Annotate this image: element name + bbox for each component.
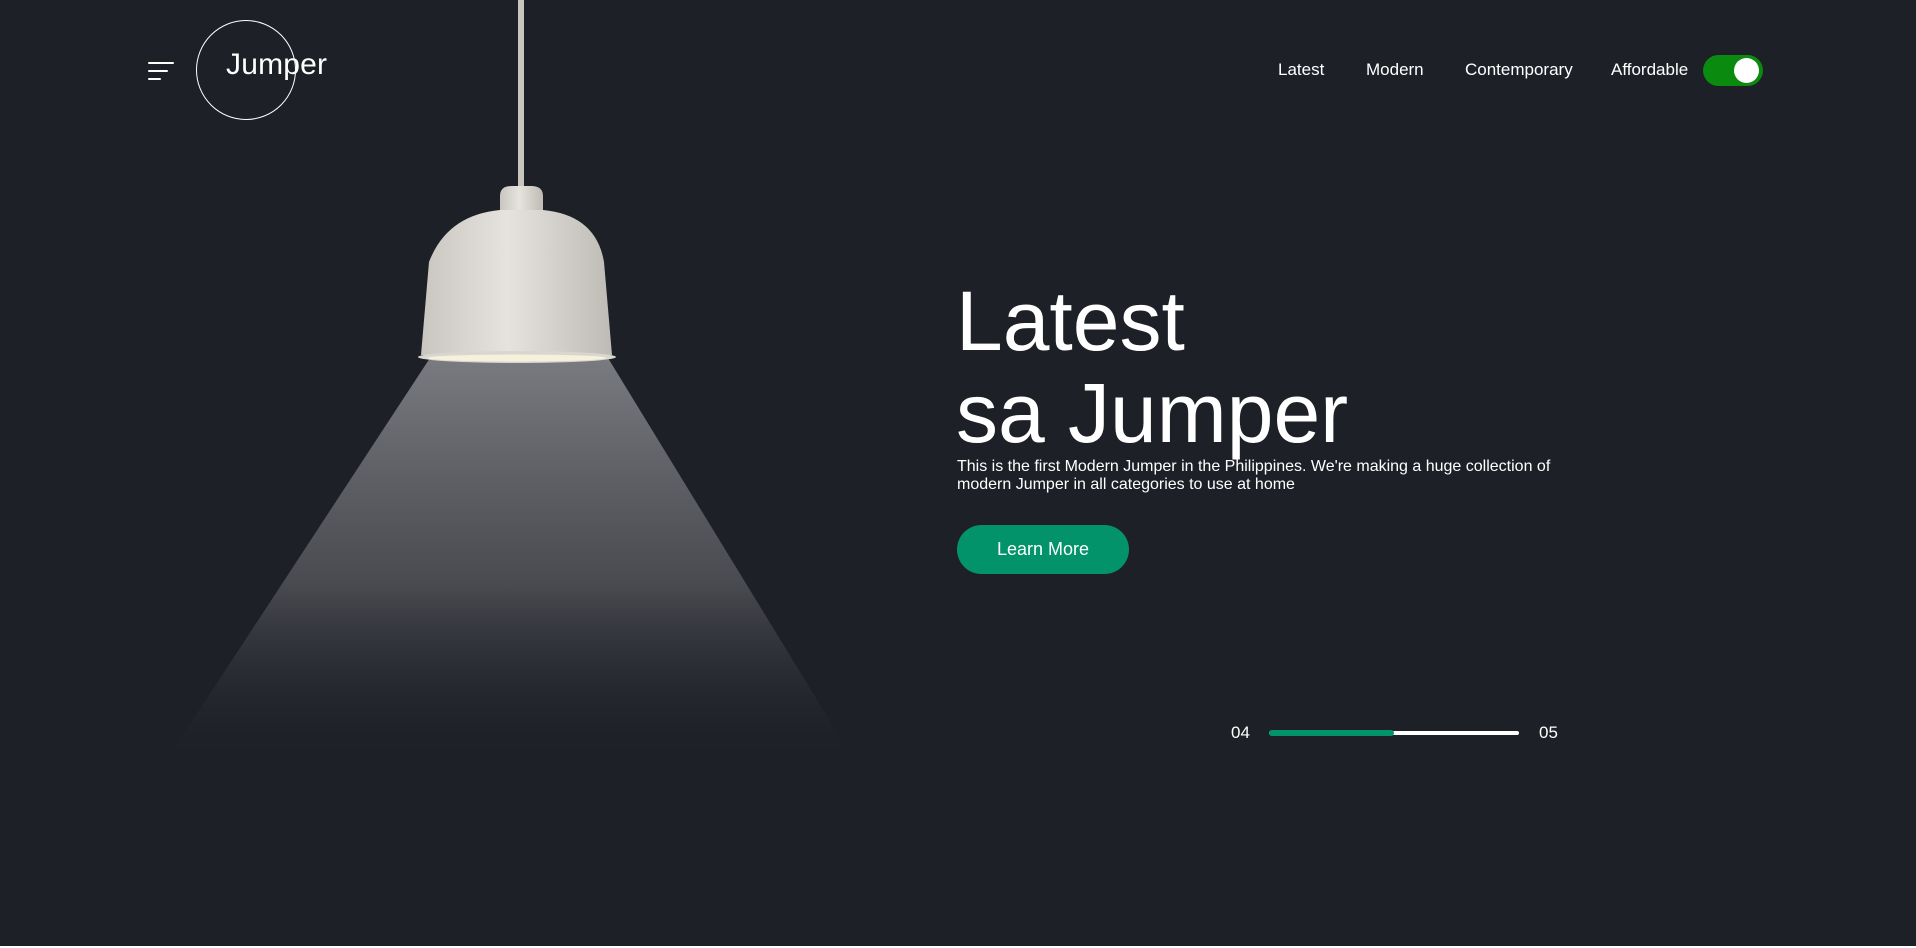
hero-description: This is the first Modern Jumper in the P…	[957, 458, 1551, 493]
hero-page: Jumper Latest Modern Contemporary Afford…	[0, 0, 1916, 946]
theme-toggle[interactable]	[1703, 55, 1763, 86]
nav-link-latest[interactable]: Latest	[1278, 60, 1324, 80]
hero-title: Latest sa Jumper	[956, 275, 1348, 459]
hero-title-line-1: Latest	[956, 274, 1185, 368]
toggle-knob	[1734, 58, 1759, 83]
nav-link-affordable[interactable]: Affordable	[1611, 60, 1688, 80]
learn-more-button[interactable]: Learn More	[957, 525, 1129, 574]
hero-title-line-2: sa Jumper	[956, 366, 1349, 460]
nav-link-contemporary[interactable]: Contemporary	[1465, 60, 1573, 80]
menu-icon[interactable]	[148, 60, 178, 84]
slide-total-number: 05	[1539, 723, 1558, 742]
slide-progress-fill	[1269, 730, 1394, 736]
slide-current-number: 04	[1231, 723, 1250, 742]
logo-text[interactable]: Jumper	[226, 48, 327, 82]
slide-progress-track[interactable]	[1269, 730, 1519, 736]
pendant-lamp-illustration	[160, 0, 860, 770]
nav-link-modern[interactable]: Modern	[1366, 60, 1424, 80]
